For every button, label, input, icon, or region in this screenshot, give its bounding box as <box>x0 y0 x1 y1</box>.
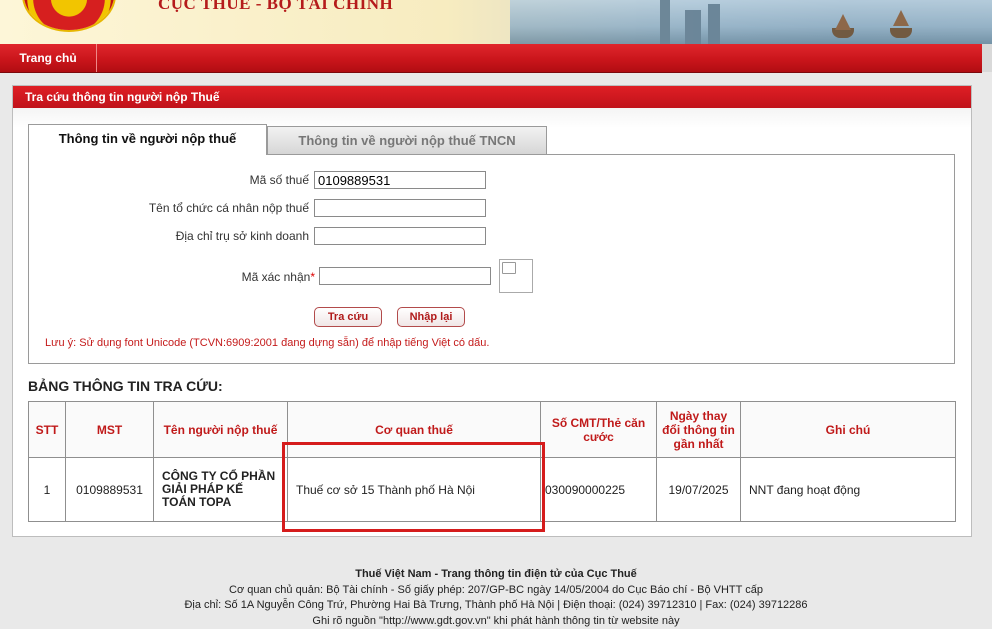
header-banner-image <box>510 0 992 44</box>
scrollbar-track[interactable] <box>982 44 992 72</box>
results-title: BẢNG THÔNG TIN TRA CỨU: <box>28 378 223 394</box>
tax-office-highlight-box <box>282 442 545 532</box>
col-header-stt: STT <box>29 402 66 458</box>
panel-title: Tra cứu thông tin người nộp Thuế <box>13 86 971 108</box>
footer-address: Địa chỉ: Số 1A Nguyễn Công Trứ, Phường H… <box>0 598 992 614</box>
national-emblem-logo <box>24 0 114 30</box>
cell-stt: 1 <box>29 458 66 522</box>
main-nav: Trang chủ <box>0 44 982 73</box>
tab-personal-income-taxpayer-info[interactable]: Thông tin về người nộp thuế TNCN <box>267 126 547 154</box>
site-header: CỤC THUẾ - BỘ TÀI CHÍNH <box>0 0 992 44</box>
broken-image-icon <box>502 262 516 274</box>
tax-id-label: Mã số thuế <box>129 173 309 187</box>
cell-note: NNT đang hoạt động <box>741 458 956 522</box>
unicode-note: Lưu ý: Sử dụng font Unicode (TCVN:6909:2… <box>45 337 489 349</box>
col-header-taxpayer-name: Tên người nộp thuế <box>154 402 288 458</box>
nav-home-link[interactable]: Trang chủ <box>0 44 97 72</box>
col-header-last-changed: Ngày thay đổi thông tin gần nhất <box>657 402 741 458</box>
col-header-mst: MST <box>66 402 154 458</box>
business-address-label: Địa chỉ trụ sở kinh doanh <box>89 229 309 243</box>
taxpayer-name-label: Tên tổ chức cá nhân nộp thuế <box>89 201 309 215</box>
col-header-note: Ghi chú <box>741 402 956 458</box>
col-header-id-card: Số CMT/Thẻ căn cước <box>541 402 657 458</box>
captcha-input[interactable] <box>319 267 491 285</box>
lookup-form: Mã số thuế Tên tổ chức cá nhân nộp thuế … <box>28 154 955 364</box>
site-footer: Thuế Việt Nam - Trang thông tin điện tử … <box>0 560 992 627</box>
reset-button[interactable]: Nhập lại <box>397 307 465 327</box>
captcha-image <box>499 259 533 293</box>
captcha-label: Mã xác nhận* <box>129 270 315 284</box>
business-address-input[interactable] <box>314 227 486 245</box>
search-button[interactable]: Tra cứu <box>314 307 382 327</box>
footer-agency: Cơ quan chủ quản: Bộ Tài chính - Số giấy… <box>0 583 992 599</box>
site-title: CỤC THUẾ - BỘ TÀI CHÍNH <box>158 0 393 14</box>
tab-taxpayer-info[interactable]: Thông tin về người nộp thuế <box>28 124 267 155</box>
cell-taxpayer-name: CÔNG TY CỔ PHẦN GIẢI PHÁP KẾ TOÁN TOPA <box>154 458 288 522</box>
cell-id-card: 030090000225 <box>541 458 657 522</box>
required-marker: * <box>310 270 315 284</box>
footer-title: Thuế Việt Nam - Trang thông tin điện tử … <box>0 567 992 583</box>
cell-last-changed: 19/07/2025 <box>657 458 741 522</box>
cell-mst: 0109889531 <box>66 458 154 522</box>
taxpayer-name-input[interactable] <box>314 199 486 217</box>
tax-id-input[interactable] <box>314 171 486 189</box>
